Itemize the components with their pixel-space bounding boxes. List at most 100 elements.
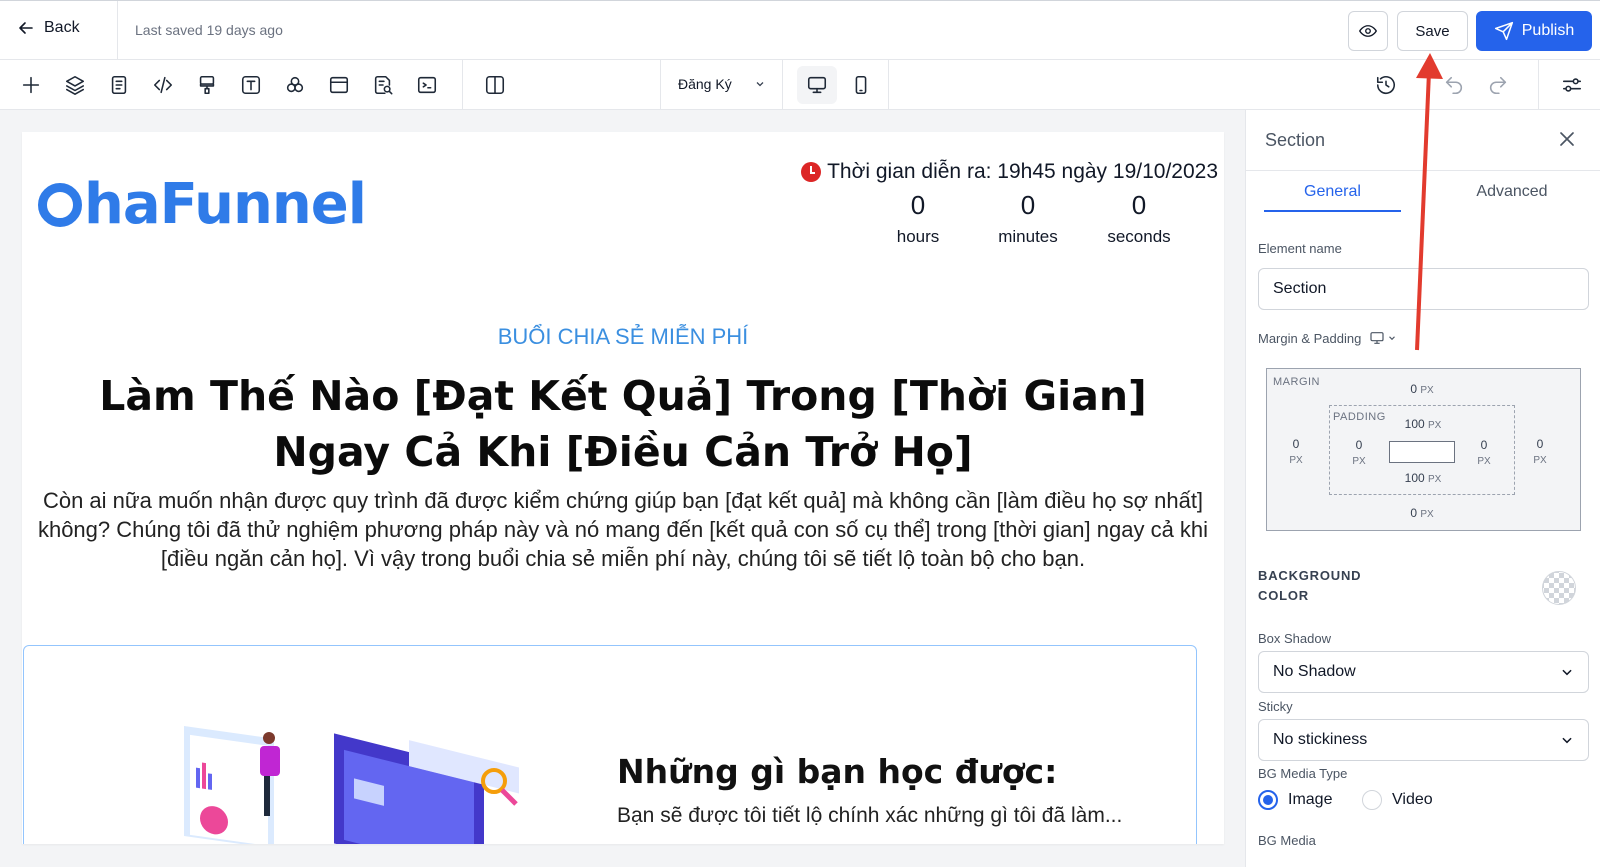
redo-icon[interactable]: [1484, 71, 1512, 99]
margin-top-value: 0: [1410, 382, 1417, 396]
countdown-value: 0: [1020, 190, 1036, 220]
preview-button[interactable]: [1348, 11, 1388, 51]
padding-label: PADDING: [1333, 411, 1386, 423]
divider: [117, 1, 118, 61]
event-time: Thời gian diễn ra: 19h45 ngày 19/10/2023: [801, 160, 1218, 184]
page-icon[interactable]: [105, 71, 133, 99]
radio-image-label: Image: [1288, 791, 1333, 808]
divider: [1246, 170, 1600, 171]
close-icon[interactable]: [1556, 128, 1578, 150]
page-headline: Làm Thế Nào [Đạt Kết Quả] Trong [Thời Gi…: [99, 372, 1147, 476]
divider: [888, 60, 889, 110]
learn-section-body: Bạn sẽ được tôi tiết lộ chính xác những …: [617, 804, 1123, 827]
unit-label: PX: [1428, 420, 1442, 431]
margin-right-value: 0: [1536, 437, 1544, 451]
radio-image-control[interactable]: [1258, 790, 1278, 810]
element-name-value: Section: [1273, 280, 1327, 297]
radio-video-control[interactable]: [1362, 790, 1382, 810]
padding-bottom-input[interactable]: 100 PX: [1395, 471, 1451, 485]
page-select-value: Đăng Ký: [678, 76, 732, 92]
chevron-down-icon: [1562, 669, 1572, 676]
element-name-label: Element name: [1258, 241, 1342, 256]
arrow-left-icon: [19, 22, 33, 34]
settings-sliders-icon[interactable]: [1558, 71, 1586, 99]
desktop-icon[interactable]: [1369, 330, 1385, 346]
unit-label: PX: [1428, 474, 1442, 485]
page-preview[interactable]: haFunnel Thời gian diễn ra: 19h45 ngày 1…: [22, 132, 1224, 844]
publish-button[interactable]: Publish: [1476, 11, 1592, 51]
text-icon[interactable]: [237, 71, 265, 99]
bg-media-type-label: BG Media Type: [1258, 766, 1348, 781]
unit-label: PX: [1420, 385, 1434, 396]
illustration-image: [184, 726, 519, 844]
margin-left-value: 0: [1292, 437, 1300, 451]
background-color-swatch[interactable]: [1542, 571, 1576, 605]
page-select[interactable]: Đăng Ký: [678, 76, 766, 92]
margin-padding-text: Margin & Padding: [1258, 330, 1362, 346]
padding-right-input[interactable]: 0 PX: [1471, 438, 1497, 467]
back-label: Back: [44, 19, 80, 36]
padding-right-value: 0: [1480, 438, 1488, 452]
desktop-icon[interactable]: [803, 71, 831, 99]
unit-label: PX: [1533, 455, 1547, 466]
tab-advanced[interactable]: Advanced: [1444, 183, 1580, 201]
divider: [1538, 60, 1539, 110]
element-name-input[interactable]: Section: [1258, 268, 1589, 310]
box-shadow-select[interactable]: No Shadow: [1258, 651, 1589, 693]
logo-mark-icon: [38, 183, 82, 227]
chevron-down-icon[interactable]: [1387, 333, 1397, 343]
mobile-icon[interactable]: [847, 71, 875, 99]
countdown-value: 0: [1131, 190, 1147, 220]
intro-paragraph: Còn ai nữa muốn nhận được quy trình đã đ…: [37, 488, 1209, 571]
padding-left-input[interactable]: 0 PX: [1346, 438, 1372, 467]
save-button[interactable]: Save: [1397, 11, 1468, 51]
layout-icon[interactable]: [325, 71, 353, 99]
layers-icon[interactable]: [61, 71, 89, 99]
history-icon[interactable]: [1372, 71, 1400, 99]
padding-bottom-value: 100: [1404, 471, 1425, 485]
editor-canvas: haFunnel Thời gian diễn ra: 19h45 ngày 1…: [0, 110, 1245, 867]
unit-label: PX: [1420, 509, 1434, 520]
seo-icon[interactable]: [369, 71, 397, 99]
split-view-icon[interactable]: [481, 71, 509, 99]
padding-box: PADDING 100 PX 100 PX 0 PX 0 PX: [1329, 405, 1515, 495]
script-icon[interactable]: [413, 71, 441, 99]
panel-title: Section: [1265, 130, 1326, 150]
undo-icon[interactable]: [1440, 71, 1468, 99]
margin-bottom-input[interactable]: 0 PX: [1397, 506, 1447, 520]
margin-top-input[interactable]: 0 PX: [1397, 382, 1447, 396]
countdown-unit: hours: [896, 227, 940, 246]
unit-label: PX: [1352, 456, 1366, 467]
top-bar: Back Last saved 19 days ago Save Publish: [0, 0, 1600, 61]
countdown-value: 0: [910, 190, 926, 220]
margin-label: MARGIN: [1273, 376, 1320, 388]
padding-left-value: 0: [1355, 438, 1363, 452]
radio-video[interactable]: Video: [1362, 790, 1433, 810]
divider: [782, 60, 783, 110]
padding-top-value: 100: [1404, 417, 1425, 431]
tab-general[interactable]: General: [1264, 183, 1401, 212]
eye-icon: [1359, 25, 1377, 37]
countdown-seconds: 0 seconds: [1084, 190, 1194, 247]
divider: [660, 60, 661, 110]
sticky-select[interactable]: No stickiness: [1258, 719, 1589, 761]
margin-right-input[interactable]: 0 PX: [1527, 437, 1553, 466]
box-shadow-value: No Shadow: [1273, 663, 1356, 680]
settings-panel: Section General Advanced Element name Se…: [1245, 110, 1600, 867]
save-status: Last saved 19 days ago: [135, 22, 283, 38]
back-button[interactable]: Back: [18, 19, 80, 37]
brush-icon[interactable]: [193, 71, 221, 99]
padding-top-input[interactable]: 100 PX: [1395, 417, 1451, 431]
add-icon[interactable]: [17, 71, 45, 99]
countdown-unit: minutes: [998, 227, 1058, 246]
margin-left-input[interactable]: 0 PX: [1283, 437, 1309, 466]
selected-section-outline[interactable]: Những gì bạn học được: Bạn sẽ được tôi t…: [23, 645, 1197, 844]
radio-image[interactable]: Image: [1258, 790, 1332, 810]
spacing-editor: MARGIN 0 PX 0 PX 0 PX 0 PX PADDING 100 PX …: [1266, 368, 1581, 531]
components-icon[interactable]: [281, 71, 309, 99]
radio-video-label: Video: [1392, 791, 1433, 808]
clock-icon: [801, 162, 822, 182]
code-icon[interactable]: [149, 71, 177, 99]
divider: [462, 60, 463, 110]
countdown-unit: seconds: [1107, 227, 1171, 246]
